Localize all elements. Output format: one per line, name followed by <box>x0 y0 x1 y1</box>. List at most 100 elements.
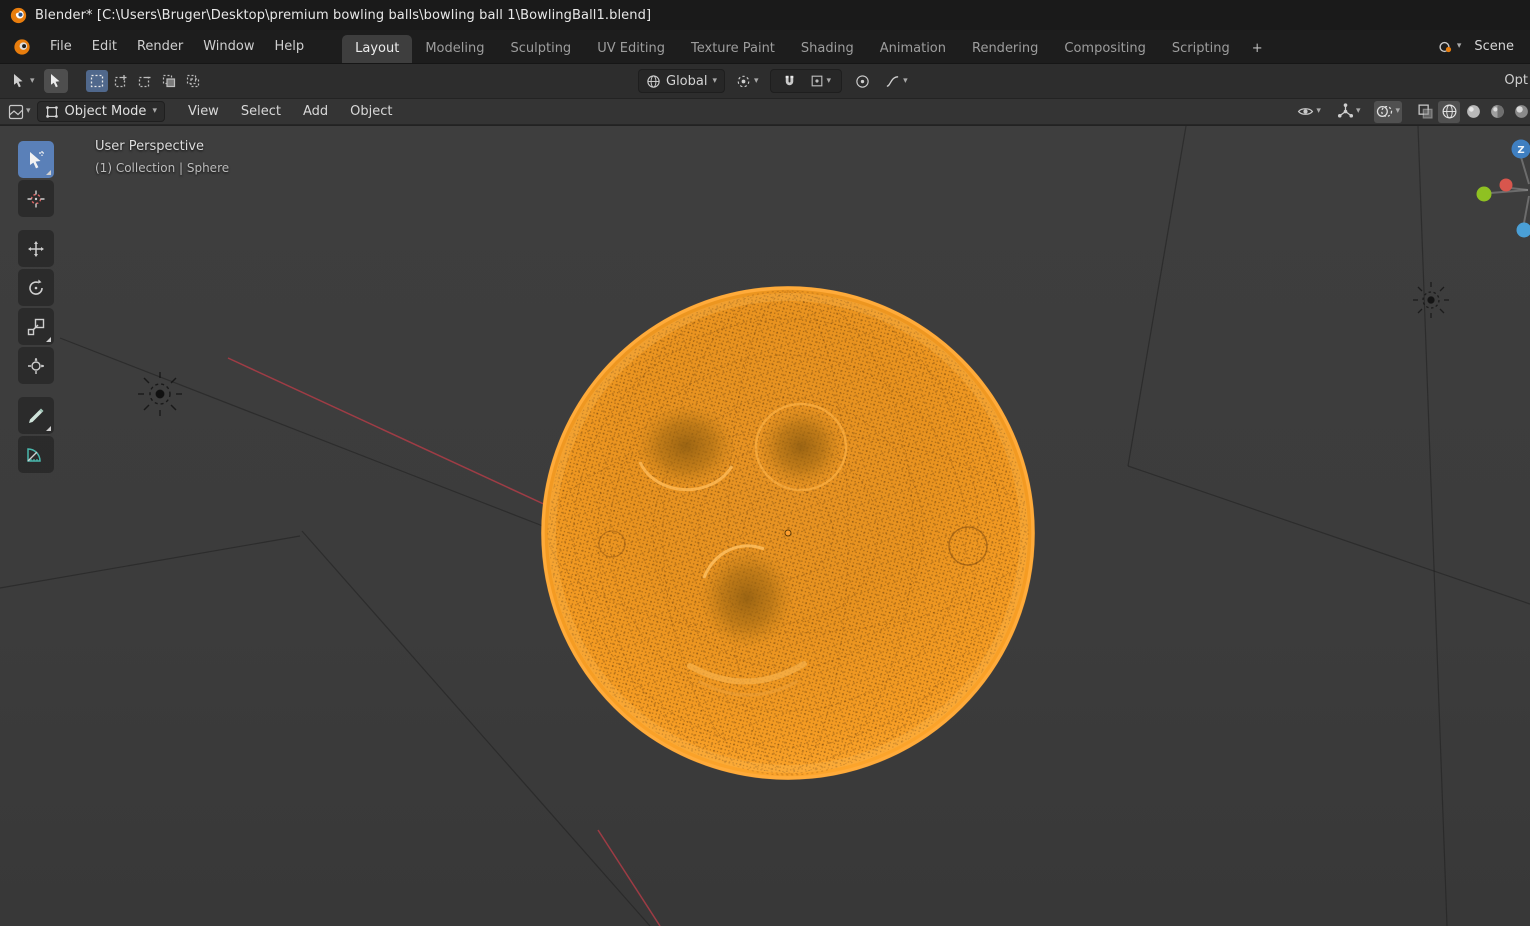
shading-rendered-button[interactable] <box>1510 101 1530 123</box>
bowling-ball-object[interactable] <box>541 286 1035 780</box>
select-box-icon <box>30 150 44 168</box>
menu-file[interactable]: File <box>40 35 82 58</box>
blender-logo-icon <box>10 7 27 24</box>
chevron-down-icon <box>1316 107 1321 116</box>
chevron-down-icon <box>1395 107 1400 116</box>
shading-solid-button[interactable] <box>1462 101 1484 123</box>
snap-group <box>769 69 843 93</box>
rotate-tool[interactable] <box>18 269 54 306</box>
visibility-icon <box>1298 108 1314 115</box>
overlays-dropdown[interactable] <box>1374 100 1402 123</box>
view-perspective-label: User Perspective <box>95 139 205 154</box>
chevron-down-icon <box>26 107 31 116</box>
transform-settings-cluster: Global <box>638 69 911 93</box>
navigation-gizmo[interactable]: Z <box>1476 139 1530 238</box>
top-menu-row: File Edit Render Window Help Layout Mode… <box>0 30 1530 63</box>
viewport-editor-icon <box>8 104 24 119</box>
tab-uv-editing[interactable]: UV Editing <box>584 35 678 63</box>
chevron-down-icon <box>754 77 759 86</box>
scale-icon <box>27 318 45 335</box>
tab-compositing[interactable]: Compositing <box>1051 35 1159 63</box>
mode-label: Object Mode <box>64 104 147 119</box>
cursor-tool[interactable] <box>18 180 54 217</box>
rotate-icon <box>29 279 43 295</box>
proportional-editing-toggle[interactable] <box>850 69 874 93</box>
select-mode-intersect[interactable] <box>182 70 204 92</box>
tab-modeling[interactable]: Modeling <box>412 35 497 63</box>
overlays-icon <box>1377 105 1393 118</box>
annotate-tool[interactable] <box>18 397 54 434</box>
tab-sculpting[interactable]: Sculpting <box>497 35 584 63</box>
pivot-point-dropdown[interactable] <box>733 69 762 93</box>
orientation-dropdown[interactable]: Global <box>638 69 726 93</box>
scale-tool[interactable] <box>18 308 54 345</box>
select-mode-invert[interactable] <box>158 70 180 92</box>
select-mode-extend[interactable] <box>110 70 132 92</box>
transform-tool[interactable] <box>18 347 54 384</box>
viewport-3d[interactable]: Z User Perspective (1) Collection | Sphe… <box>0 126 1530 926</box>
orientation-globe-icon <box>647 74 660 88</box>
select-mode-subtract[interactable] <box>134 70 156 92</box>
gizmos-dropdown[interactable] <box>1335 101 1363 123</box>
magnet-icon <box>785 75 794 85</box>
gizmo-neg-axis-ball <box>1516 222 1530 238</box>
menu-edit[interactable]: Edit <box>82 35 127 58</box>
scene-canvas: Z <box>0 126 1530 926</box>
select-mode-group <box>85 70 204 92</box>
cursor-icon <box>27 190 45 207</box>
menu-view[interactable]: View <box>179 101 228 122</box>
tab-texture-paint[interactable]: Texture Paint <box>678 35 788 63</box>
chevron-down-icon <box>152 107 157 116</box>
pivot-icon <box>737 75 750 87</box>
tab-scripting[interactable]: Scripting <box>1159 35 1243 63</box>
editor-type-dropdown[interactable] <box>6 101 33 123</box>
object-origin-dot <box>784 529 792 537</box>
tool-context-dropdown[interactable] <box>8 69 38 93</box>
menu-help[interactable]: Help <box>265 35 315 58</box>
browse-scene-icon[interactable] <box>1435 35 1465 59</box>
mode-dropdown[interactable]: Object Mode <box>36 101 165 122</box>
falloff-dropdown[interactable] <box>882 69 911 93</box>
measure-icon <box>27 447 41 462</box>
xray-icon <box>1417 104 1433 119</box>
solid-shading-icon <box>1466 105 1480 118</box>
menu-render[interactable]: Render <box>127 35 193 58</box>
move-tool[interactable] <box>18 230 54 267</box>
scene-name[interactable]: Scene <box>1468 39 1520 54</box>
select-box-tool[interactable] <box>18 141 54 178</box>
tab-layout[interactable]: Layout <box>342 35 413 63</box>
shading-wireframe-button[interactable] <box>1438 100 1460 123</box>
tool-settings-bar: Global <box>0 63 1530 99</box>
chevron-down-icon <box>1356 107 1361 116</box>
snap-toggle[interactable] <box>778 69 802 93</box>
material-shading-icon <box>1490 105 1504 118</box>
tab-shading[interactable]: Shading <box>788 35 867 63</box>
menu-add[interactable]: Add <box>294 101 337 122</box>
gizmo-y-axis-ball <box>1476 186 1492 202</box>
snap-target-icon <box>811 75 822 87</box>
add-workspace-button[interactable]: + <box>1243 35 1272 63</box>
menu-object[interactable]: Object <box>341 101 401 122</box>
options-dropdown[interactable]: Opt <box>1504 73 1530 88</box>
select-mode-set[interactable] <box>85 70 108 92</box>
annotate-icon <box>29 408 44 423</box>
titlebar: Blender* [C:\Users\Bruger\Desktop\premiu… <box>0 0 1530 30</box>
viewport-text-overlay: User Perspective (1) Collection | Sphere <box>95 139 229 175</box>
visibility-dropdown[interactable] <box>1295 101 1323 123</box>
active-tool-button[interactable] <box>43 69 68 93</box>
chevron-down-icon <box>1457 42 1462 51</box>
blender-app-menu-icon[interactable] <box>10 35 34 59</box>
snap-target-dropdown[interactable] <box>807 69 835 93</box>
xray-toggle[interactable] <box>1414 101 1436 123</box>
menu-select[interactable]: Select <box>232 101 290 122</box>
collection-breadcrumb: (1) Collection | Sphere <box>95 161 230 175</box>
menu-window[interactable]: Window <box>193 35 264 58</box>
point-light-object-2 <box>1413 282 1449 318</box>
shading-material-button[interactable] <box>1486 101 1508 123</box>
point-light-object <box>138 372 182 416</box>
tab-rendering[interactable]: Rendering <box>959 35 1051 63</box>
measure-tool[interactable] <box>18 436 54 473</box>
chevron-down-icon <box>827 77 832 86</box>
wireframe-shading-icon <box>1442 104 1456 119</box>
tab-animation[interactable]: Animation <box>867 35 959 63</box>
